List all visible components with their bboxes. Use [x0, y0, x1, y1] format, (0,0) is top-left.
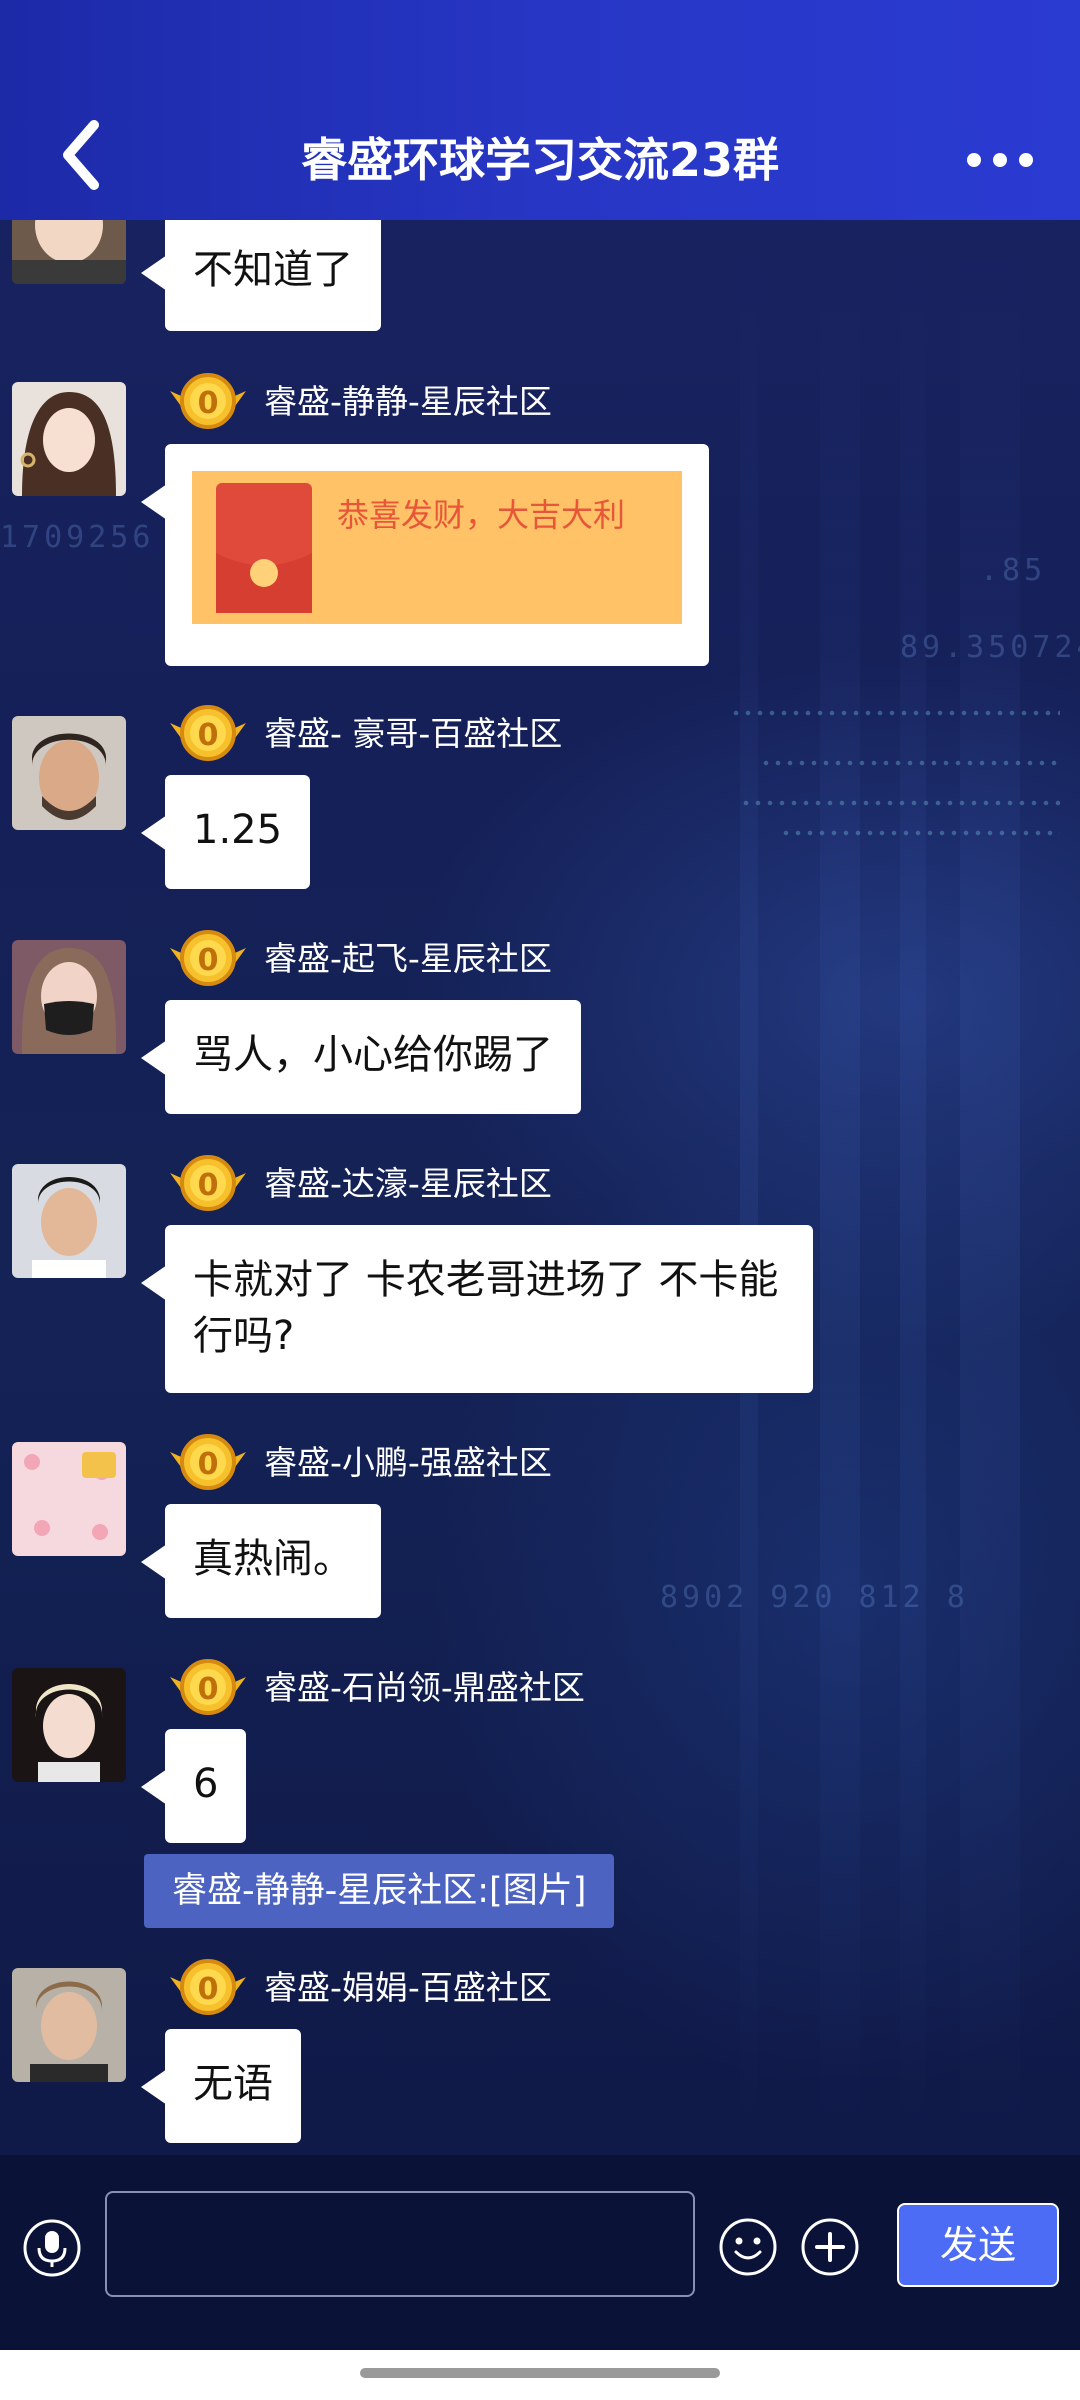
- avatar-image: [12, 1668, 126, 1782]
- message-text: 骂人，小心给你踢了: [193, 1032, 553, 1078]
- message-list[interactable]: 不知道了 0 睿盛-静静-星辰社区 恭喜发财，大吉大利 0 睿盛- 豪哥-百盛社…: [0, 220, 1080, 2155]
- avatar[interactable]: [12, 716, 126, 830]
- sender-name: 睿盛- 豪哥-百盛社区: [264, 714, 563, 753]
- sender-name: 睿盛-达濠-星辰社区: [264, 1164, 552, 1203]
- avatar-image: [12, 716, 126, 830]
- level-badge: 0: [164, 1430, 252, 1494]
- chat-header: 睿盛环球学习交流23群: [0, 0, 1080, 220]
- voice-button[interactable]: [22, 2218, 82, 2278]
- avatar[interactable]: [12, 1442, 126, 1556]
- svg-text:0: 0: [198, 1168, 219, 1203]
- avatar[interactable]: [12, 1164, 126, 1278]
- message-input[interactable]: [105, 2191, 695, 2297]
- gold-medal-icon: 0: [170, 1155, 246, 1211]
- message-bubble[interactable]: 不知道了: [141, 220, 381, 331]
- avatar-image: [12, 1442, 126, 1556]
- chevron-left-icon: [63, 120, 99, 190]
- chat-title: 睿盛环球学习交流23群: [300, 133, 779, 187]
- back-button[interactable]: [50, 115, 120, 195]
- more-actions-button[interactable]: [800, 2217, 860, 2277]
- level-badge: 0: [164, 1655, 252, 1719]
- message-text: 不知道了: [193, 247, 353, 293]
- svg-text:0: 0: [198, 1972, 219, 2007]
- message-bubble[interactable]: 1.25: [140, 775, 311, 889]
- avatar[interactable]: [12, 220, 126, 284]
- message-text: 卡就对了 卡农老哥进场了 不卡能行吗?: [193, 1257, 779, 1359]
- send-button[interactable]: 发送: [897, 2203, 1059, 2287]
- sender-name: 睿盛-小鹏-强盛社区: [264, 1443, 552, 1482]
- svg-text:0: 0: [198, 386, 219, 421]
- red-envelope-icon: [216, 483, 312, 613]
- sender-name: 睿盛-起飞-星辰社区: [264, 939, 552, 978]
- level-badge: 0: [164, 369, 252, 433]
- message-text: 真热闹。: [193, 1536, 353, 1582]
- message-text: 6: [193, 1761, 219, 1807]
- message-bubble[interactable]: 6: [140, 1729, 247, 1843]
- emoji-button[interactable]: [718, 2217, 778, 2277]
- microphone-icon: [23, 2219, 81, 2277]
- quoted-image-notice[interactable]: 睿盛-静静-星辰社区:[图片]: [144, 1854, 615, 1928]
- gold-medal-icon: 0: [170, 705, 246, 761]
- message-bubble[interactable]: 无语: [141, 2029, 301, 2143]
- gold-medal-icon: 0: [170, 373, 246, 429]
- plus-circle-icon: [801, 2218, 859, 2276]
- input-bar: 发送: [0, 2155, 1080, 2350]
- sender-name: 睿盛-石尚领-鼎盛社区: [264, 1668, 585, 1707]
- level-badge: 0: [164, 701, 252, 765]
- gold-medal-icon: 0: [170, 1659, 246, 1715]
- svg-text:0: 0: [198, 943, 219, 978]
- avatar-image: [12, 1968, 126, 2082]
- message-bubble[interactable]: 卡就对了 卡农老哥进场了 不卡能行吗?: [141, 1225, 813, 1393]
- gold-medal-icon: 0: [170, 930, 246, 986]
- avatar[interactable]: [12, 1668, 126, 1782]
- red-packet[interactable]: 恭喜发财，大吉大利: [192, 471, 682, 624]
- red-packet-text: 恭喜发财，大吉大利: [337, 496, 626, 534]
- avatar-image: [12, 940, 126, 1054]
- avatar[interactable]: [12, 940, 126, 1054]
- message-bubble[interactable]: 骂人，小心给你踢了: [141, 1000, 581, 1114]
- more-button[interactable]: [960, 135, 1040, 185]
- smile-icon: [719, 2218, 777, 2276]
- gold-medal-icon: 0: [170, 1959, 246, 2015]
- system-navigation-bar: [0, 2350, 1080, 2400]
- message-text: 无语: [193, 2061, 273, 2107]
- avatar-image: [12, 382, 126, 496]
- level-badge: 0: [164, 926, 252, 990]
- svg-text:0: 0: [198, 1672, 219, 1707]
- level-badge: 0: [164, 1151, 252, 1215]
- avatar[interactable]: [12, 1968, 126, 2082]
- avatar[interactable]: [12, 382, 126, 496]
- message-bubble[interactable]: 真热闹。: [141, 1504, 381, 1618]
- svg-text:0: 0: [198, 718, 219, 753]
- sender-name: 睿盛-静静-星辰社区: [264, 382, 552, 421]
- gold-medal-icon: 0: [170, 1434, 246, 1490]
- more-horizontal-icon: [967, 153, 1033, 167]
- level-badge: 0: [164, 1955, 252, 2019]
- svg-text:0: 0: [198, 1447, 219, 1482]
- message-text: 1.25: [193, 807, 283, 853]
- red-packet-bubble[interactable]: 恭喜发财，大吉大利: [141, 444, 709, 666]
- sender-name: 睿盛-娟娟-百盛社区: [264, 1968, 552, 2007]
- avatar-image: [12, 1164, 126, 1278]
- home-indicator[interactable]: [360, 2368, 720, 2378]
- avatar-image: [12, 220, 126, 284]
